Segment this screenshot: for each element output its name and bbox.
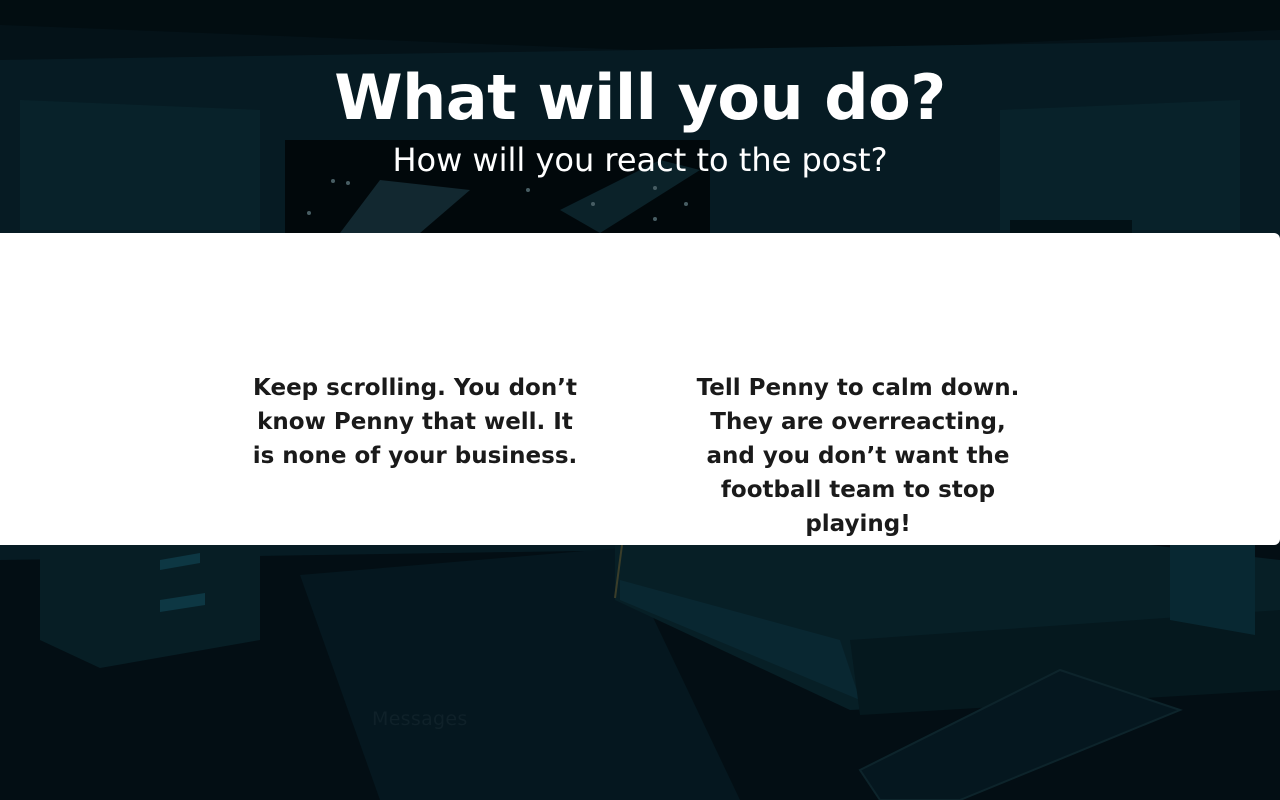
choice-keep-scrolling-button[interactable]: Keep scrolling. You don’t know Penny tha… bbox=[245, 371, 585, 473]
question-header: What will you do? How will you react to … bbox=[0, 58, 1280, 180]
game-screen: Messages What will you do? How will you … bbox=[0, 0, 1280, 800]
page-title: What will you do? bbox=[334, 61, 946, 134]
page-subtitle: How will you react to the post? bbox=[392, 141, 888, 179]
background-messages-label: Messages bbox=[372, 708, 468, 730]
choices-panel: Keep scrolling. You don’t know Penny tha… bbox=[0, 233, 1280, 545]
choice-tell-penny-calm-down-button[interactable]: Tell Penny to calm down. They are overre… bbox=[688, 371, 1028, 541]
